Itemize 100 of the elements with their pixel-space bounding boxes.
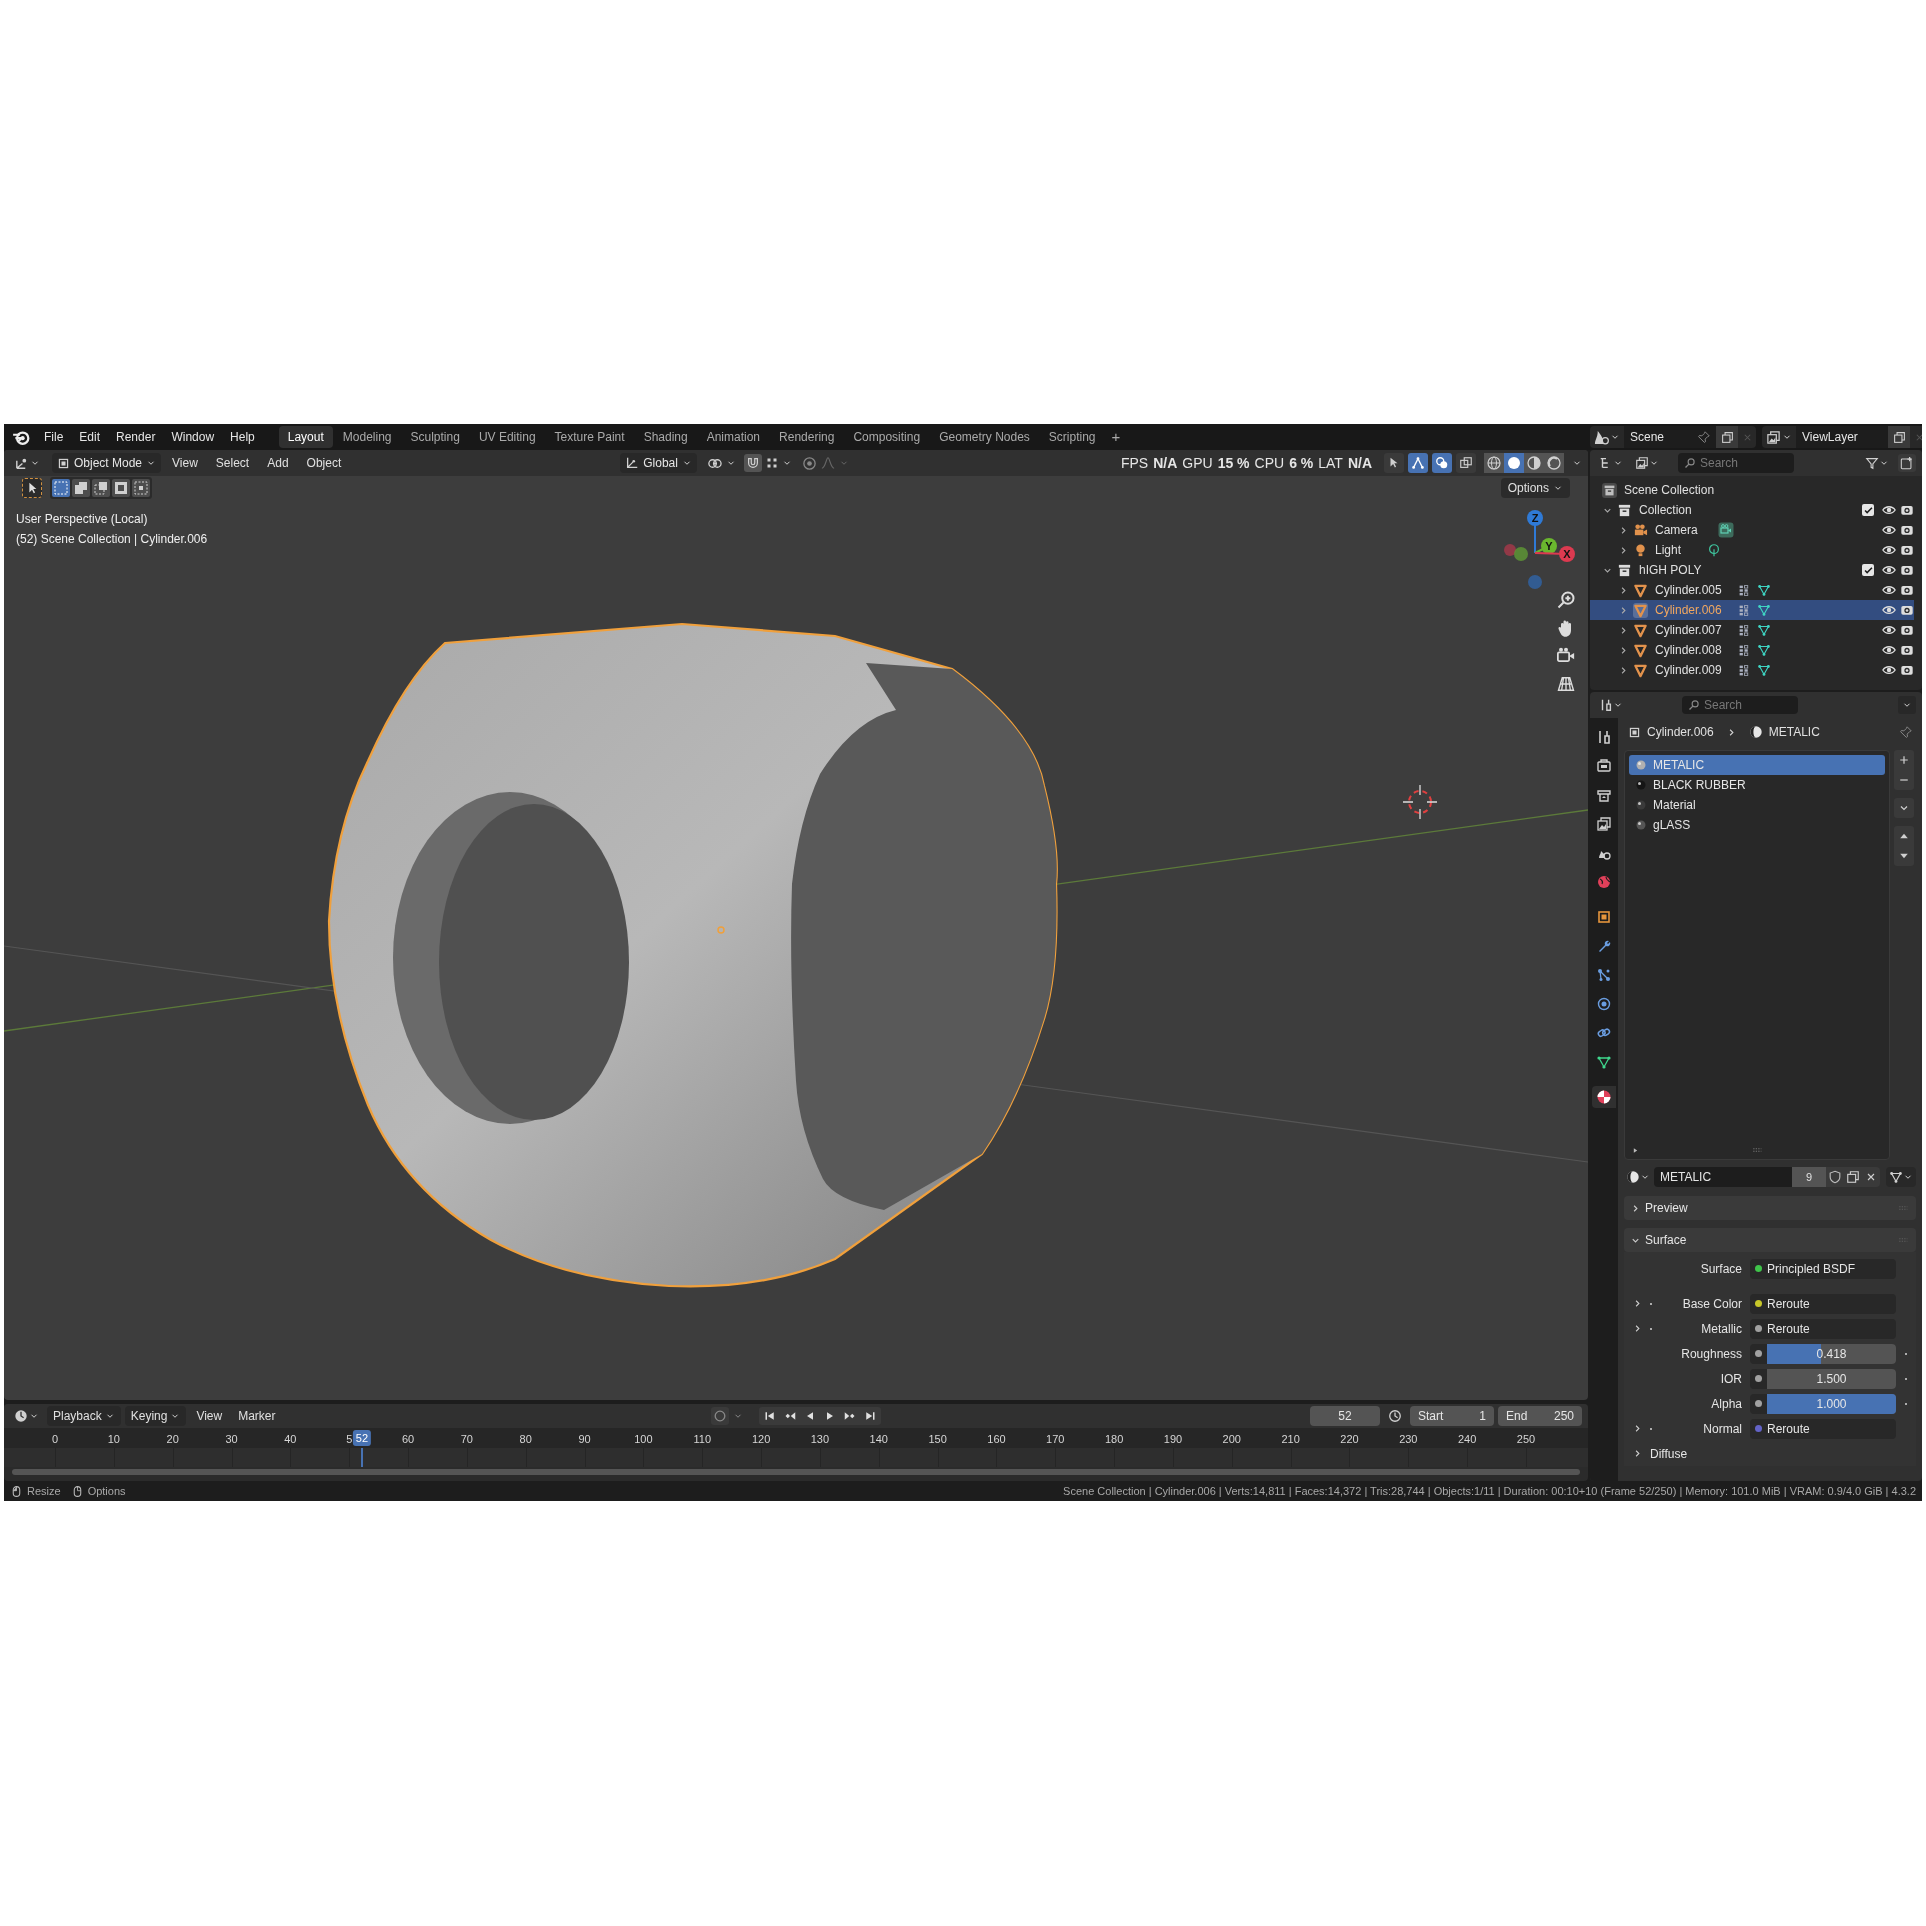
menu-item[interactable]: Window <box>163 426 223 448</box>
camera-icon[interactable] <box>1900 643 1914 657</box>
zoom-icon[interactable] <box>1556 590 1576 610</box>
workspace-tab[interactable]: Shading <box>634 426 697 448</box>
add-icon[interactable] <box>1894 750 1914 770</box>
duplicate-icon[interactable] <box>1844 1167 1862 1187</box>
menu-dropdown[interactable]: Keying <box>124 1406 187 1426</box>
mesh-data-icon[interactable] <box>1756 603 1771 617</box>
material-slot[interactable]: gLASS <box>1629 815 1885 835</box>
selection-mode-icon[interactable] <box>52 479 70 497</box>
link-dropdown[interactable]: Reroute <box>1750 1293 1896 1314</box>
playhead[interactable]: 52 <box>352 1430 372 1446</box>
outliner-row[interactable]: Cylinder.006 <box>1590 600 1914 620</box>
outliner-row[interactable]: Collection <box>1590 500 1914 520</box>
link-dropdown[interactable]: Reroute <box>1750 1418 1896 1439</box>
material-tab-icon[interactable] <box>1592 1086 1616 1108</box>
user-count[interactable]: 9 <box>1792 1167 1826 1187</box>
shader-dropdown[interactable]: Principled BSDF <box>1750 1258 1896 1279</box>
mesh-data-icon[interactable] <box>1756 583 1771 597</box>
remove-icon[interactable] <box>1894 770 1914 790</box>
eye-icon[interactable] <box>1882 583 1896 597</box>
modifier-icon[interactable] <box>1737 663 1751 677</box>
scrollbar[interactable] <box>12 1469 1580 1475</box>
camera-icon[interactable] <box>1900 663 1914 677</box>
menu-item[interactable]: Help <box>222 426 263 448</box>
end-frame-field[interactable]: End 250 <box>1498 1406 1582 1426</box>
selection-mode-icon[interactable] <box>72 479 90 497</box>
gizmo-icon[interactable] <box>1408 453 1428 473</box>
workspace-tab[interactable]: Sculpting <box>401 426 469 448</box>
start-frame-field[interactable]: Start 1 <box>1410 1406 1494 1426</box>
workspace-tab[interactable]: Scripting <box>1039 426 1105 448</box>
eye-icon[interactable] <box>1882 563 1896 577</box>
outliner-row[interactable]: Camera <box>1590 520 1914 540</box>
menu-item[interactable]: Object <box>299 453 349 473</box>
breadcrumb-object[interactable]: Cylinder.006 <box>1647 723 1714 741</box>
pin-icon[interactable] <box>1697 430 1710 444</box>
outliner-row[interactable]: hIGH POLY <box>1590 560 1914 580</box>
eye-icon[interactable] <box>1882 543 1896 557</box>
axis-handle[interactable] <box>1514 547 1528 561</box>
modifier-icon[interactable] <box>1737 643 1751 657</box>
pin-icon[interactable] <box>1899 725 1912 739</box>
material-slot[interactable]: Material <box>1629 795 1885 815</box>
eye-icon[interactable] <box>1882 643 1896 657</box>
value-slider[interactable]: 1.000 <box>1767 1393 1896 1414</box>
workspace-tab[interactable]: Animation <box>697 426 770 448</box>
camera-icon[interactable] <box>1900 603 1914 617</box>
auto-keying-icon[interactable] <box>710 1407 729 1425</box>
copy-icon[interactable] <box>1892 430 1906 444</box>
overlay-icon[interactable] <box>1432 453 1452 473</box>
material-name-field[interactable]: METALIC <box>1654 1167 1792 1187</box>
camera-icon[interactable] <box>1900 543 1914 557</box>
search-field[interactable]: Search <box>1682 696 1798 714</box>
material-slot[interactable]: BLACK RUBBER <box>1629 775 1885 795</box>
eye-icon[interactable] <box>1882 623 1896 637</box>
outliner-row[interactable]: Cylinder.005 <box>1590 580 1914 600</box>
link-dropdown[interactable]: Reroute <box>1750 1318 1896 1339</box>
breadcrumb-material[interactable]: METALIC <box>1768 723 1820 741</box>
camera-icon[interactable] <box>1900 623 1914 637</box>
group-label[interactable]: Diffuse <box>1650 1444 1688 1463</box>
view-layer-dropdown[interactable] <box>1762 426 1796 448</box>
menu-item[interactable]: Add <box>260 453 296 473</box>
material-shading-icon[interactable] <box>1524 453 1544 473</box>
xray-icon[interactable] <box>1456 453 1476 473</box>
camera-icon[interactable] <box>1900 523 1914 537</box>
blender-logo-icon[interactable] <box>12 428 30 446</box>
scene-field[interactable]: Scene <box>1624 426 1716 448</box>
view-layer-field[interactable]: ViewLayer <box>1796 426 1888 448</box>
cursor-icon[interactable] <box>1384 453 1404 473</box>
proportional-edit-icon[interactable] <box>801 455 817 471</box>
modifier-icon[interactable] <box>1737 603 1751 617</box>
selection-mode-icon[interactable] <box>132 479 150 497</box>
menu-item[interactable]: Edit <box>71 426 109 448</box>
eye-icon[interactable] <box>1882 503 1896 517</box>
new-collection-icon[interactable] <box>1898 454 1916 472</box>
mesh-data-icon[interactable] <box>1756 623 1771 637</box>
mesh-data-icon[interactable] <box>1756 643 1771 657</box>
workspace-tab[interactable]: Geometry Nodes <box>930 426 1039 448</box>
scene-type-dropdown[interactable] <box>1590 426 1624 448</box>
eye-icon[interactable] <box>1882 523 1896 537</box>
outliner-row[interactable]: Cylinder.009 <box>1590 660 1914 680</box>
move-up-icon[interactable] <box>1894 826 1914 846</box>
axis-handle[interactable] <box>1504 544 1516 556</box>
magnet-icon[interactable] <box>743 454 762 472</box>
outliner-row[interactable]: Cylinder.008 <box>1590 640 1914 660</box>
menu-item[interactable]: Render <box>108 426 164 448</box>
camera-data-icon[interactable] <box>1717 522 1734 538</box>
outliner-row[interactable]: Light <box>1590 540 1914 560</box>
mode-dropdown[interactable]: Object Mode <box>52 453 162 473</box>
stopwatch-icon[interactable] <box>1388 1409 1402 1423</box>
material-slot[interactable]: METALIC <box>1629 755 1885 775</box>
workspace-tab[interactable]: UV Editing <box>469 426 545 448</box>
workspace-tab[interactable]: Layout <box>278 426 333 448</box>
menu-dropdown[interactable]: Playback <box>47 1406 121 1426</box>
close-icon[interactable] <box>1862 1167 1880 1187</box>
workspace-tab[interactable]: Compositing <box>844 426 930 448</box>
eye-icon[interactable] <box>1882 663 1896 677</box>
axis-handle[interactable] <box>1528 575 1542 589</box>
selection-mode-icon[interactable] <box>112 479 130 497</box>
workspace-tab[interactable]: Modeling <box>333 426 401 448</box>
copy-icon[interactable] <box>1720 430 1734 444</box>
